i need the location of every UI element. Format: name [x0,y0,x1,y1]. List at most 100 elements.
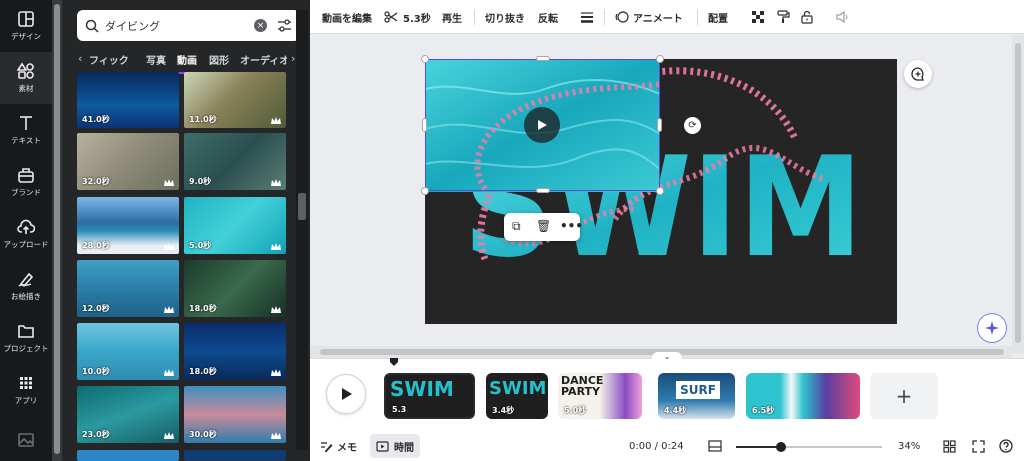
resize-handle[interactable] [656,55,664,63]
filter-icon[interactable] [277,18,292,33]
rail-item-image[interactable] [0,420,52,460]
fullscreen-button[interactable] [972,434,985,458]
notes-button[interactable]: メモ [320,434,357,458]
resize-handle[interactable] [421,55,429,63]
crop-button[interactable]: 切り抜き [485,0,525,34]
add-page-button[interactable]: + [870,373,938,419]
timeline-play-button[interactable] [326,374,366,414]
speaker-icon [836,10,848,24]
rail-item-brand[interactable]: ブランド [0,156,52,208]
panel-scrollbar-thumb[interactable] [298,193,306,220]
video-thumbnail[interactable]: 12.0秒 [77,260,179,317]
video-thumbnail[interactable]: 10.0秒 [77,323,179,380]
more-options-icon[interactable]: ••• [560,219,583,233]
toolbar-divider [697,9,698,25]
video-thumbnail[interactable]: 5.0秒 [184,197,286,254]
timeline-clip[interactable]: SURF 4.4秒 [658,373,735,419]
resize-handle[interactable] [657,118,662,132]
tab-graphics[interactable]: フィック [89,52,129,67]
flip-button[interactable]: 反転 [538,0,558,34]
paint-roller-icon [777,10,790,23]
transparency-lines-button[interactable] [580,0,594,34]
clip-label: SWIM [390,377,454,401]
collapse-timeline-icon[interactable]: ⌄ [652,352,682,362]
tab-shapes[interactable]: 図形 [209,52,229,67]
tab-audio[interactable]: オーディオ [240,52,287,67]
resize-handle[interactable] [422,118,427,132]
volume-button[interactable] [836,0,850,34]
zoom-percentage[interactable]: 34% [898,434,920,458]
clip-duration: 6.5秒 [752,406,775,415]
element-context-menu: ⧉ 🗑 ••• [504,213,583,241]
search-box[interactable]: ダイビング × [77,10,300,41]
copy-style-button[interactable] [776,0,790,34]
zoom-slider-handle[interactable] [776,442,786,452]
resize-handle[interactable] [656,187,664,195]
crown-icon [271,243,281,250]
edit-video-button[interactable]: 動画を編集 [322,0,372,34]
timeline-clip[interactable]: 6.5秒 [746,373,860,419]
tabs-next-icon[interactable]: › [291,52,295,65]
search-input[interactable]: ダイビング [105,18,254,34]
video-thumbnail[interactable]: 18.0秒 [184,260,286,317]
grid-view-icon [943,439,956,453]
magic-assistant-button[interactable] [977,313,1007,343]
trash-icon[interactable]: 🗑 [536,219,551,233]
timeline-clip[interactable]: SWIM 5.3 [384,373,475,419]
trim-button[interactable]: 5.3秒 [384,0,431,34]
timeline-toggle-button[interactable]: 時間 [370,434,420,458]
rail-item-design[interactable]: デザイン [0,0,52,52]
rail-item-text[interactable]: テキスト [0,104,52,156]
page-view-button[interactable] [708,434,722,458]
video-thumbnail[interactable]: 28.0秒 [77,197,179,254]
grid-view-button[interactable] [943,434,956,458]
clear-search-icon[interactable]: × [254,19,267,32]
scrollbar-thumb[interactable] [1015,43,1021,343]
rotate-handle-icon[interactable]: ⟳ [684,117,701,134]
video-thumbnail[interactable]: 18.0秒 [184,323,286,380]
transparency-button[interactable] [751,0,765,34]
video-thumbnail[interactable]: 23.0秒 [77,386,179,443]
panel-scrollbar[interactable] [296,10,308,450]
resize-handle[interactable] [536,188,550,193]
lock-button[interactable] [800,0,814,34]
crown-icon [271,117,281,124]
rail-item-elements[interactable]: 素材 [0,52,52,104]
video-thumbnail[interactable] [77,450,179,461]
rail-item-uploads[interactable]: アップロード [0,208,52,260]
clip-duration: 5.3 [392,405,407,414]
briefcase-icon [18,168,34,183]
animate-button[interactable]: アニメート [615,0,683,34]
resize-handle[interactable] [536,56,550,61]
playback-button[interactable]: 再生 [442,0,462,34]
video-thumbnail[interactable]: 11.0秒 [184,72,286,128]
rail-item-apps[interactable]: アプリ [0,364,52,416]
duplicate-icon[interactable]: ⧉ [512,219,521,234]
animate-icon [615,11,629,23]
left-rail: デザイン 素材 テキスト ブランド アップロード お絵描き プロジェクト アプリ [0,0,52,461]
timeline-clip[interactable]: SWIM 3.4秒 [486,373,548,419]
help-button[interactable] [999,434,1013,458]
video-thumbnail[interactable]: 41.0秒 [77,72,179,128]
app-window: デザイン 素材 テキスト ブランド アップロード お絵描き プロジェクト アプリ… [0,0,1024,461]
video-thumbnail[interactable] [184,450,286,461]
video-thumbnail[interactable]: 9.0秒 [184,133,286,190]
rail-scrollbar-thumb[interactable] [54,4,60,454]
layout-icon [18,11,34,27]
video-play-button[interactable] [524,107,560,143]
playhead-marker-icon[interactable] [390,358,398,366]
video-thumbnail[interactable]: 32.0秒 [77,133,179,190]
crown-icon [271,306,281,313]
add-comment-button[interactable] [904,60,932,88]
rail-item-draw[interactable]: お絵描き [0,260,52,312]
tab-videos[interactable]: 動画 [177,52,197,67]
tab-photos[interactable]: 写真 [146,52,166,67]
position-button[interactable]: 配置 [708,0,728,34]
category-tabs: フィック 写真 動画 図形 オーディオ [77,52,301,72]
resize-handle[interactable] [421,187,429,195]
canvas-vertical-scrollbar[interactable] [1012,35,1024,353]
timeline-clip[interactable]: DANCE PARTY 5.0秒 [558,373,642,419]
video-thumbnail[interactable]: 30.0秒 [184,386,286,443]
rail-item-projects[interactable]: プロジェクト [0,312,52,364]
page-layout-icon [708,440,722,452]
